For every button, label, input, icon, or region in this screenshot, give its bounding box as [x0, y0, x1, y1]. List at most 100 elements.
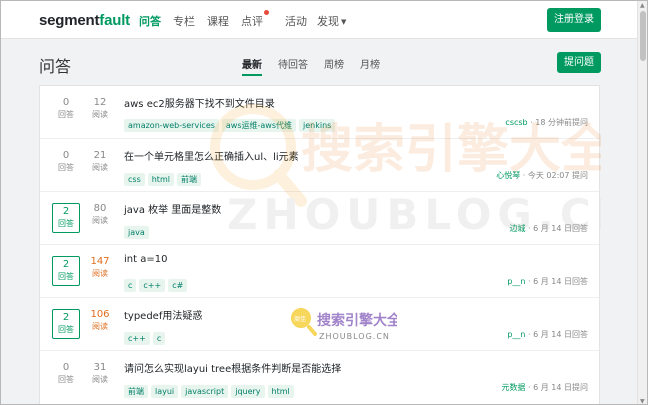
question-row: 2 回答 80 阅读 java 枚举 里面是整数 java 边城 · 6 月 14 …: [40, 192, 599, 245]
tag[interactable]: layui: [151, 385, 179, 398]
tag[interactable]: 前端: [176, 173, 201, 186]
question-row: 0 回答 21 阅读 在一个单元格里怎么正确插入ul、li元素 css html 前端 …: [40, 139, 599, 192]
view-count: 12 阅读: [86, 97, 114, 121]
view-count-value: 31: [93, 362, 107, 373]
register-login-button[interactable]: 注册登录: [547, 8, 601, 32]
nav-item-qa[interactable]: 问答: [139, 13, 161, 29]
view-count-label: 阅读: [92, 269, 108, 278]
question-meta: cscsb · 18 分钟前提问: [505, 117, 588, 128]
tag[interactable]: jquery: [231, 385, 265, 398]
answer-count-value: 0: [62, 362, 70, 373]
tab-monthly[interactable]: 月榜: [360, 56, 380, 71]
question-meta: 边城 · 6 月 14 日回答: [509, 223, 588, 234]
answer-count-label: 回答: [58, 110, 74, 119]
answer-count: 2 回答: [52, 309, 80, 339]
scroll-up-icon[interactable]: ▲: [640, 2, 645, 9]
answer-count-label: 回答: [58, 325, 74, 334]
view-count: 80 阅读: [86, 203, 114, 227]
view-count-label: 阅读: [92, 163, 108, 172]
tag[interactable]: html: [147, 173, 174, 186]
nav-item-event[interactable]: 活动: [285, 13, 307, 29]
question-title[interactable]: typedef用法疑惑: [124, 307, 202, 322]
answer-count: 2 回答: [52, 256, 80, 286]
question-title[interactable]: java 枚举 里面是整数: [124, 201, 221, 216]
logo-accent-text: fault: [99, 12, 130, 29]
question-time: · 6 月 14 日回答: [525, 277, 588, 286]
question-meta: 元数据 · 6 月 14 日提问: [501, 382, 588, 393]
question-time: · 6 月 14 日回答: [525, 330, 588, 339]
answer-count: 0 回答: [52, 97, 80, 121]
view-count: 21 阅读: [86, 150, 114, 174]
tab-unanswered[interactable]: 待回答: [278, 56, 308, 71]
nav-item-column[interactable]: 专栏: [173, 13, 195, 29]
tag[interactable]: html: [267, 385, 294, 398]
question-meta: 心悦琴 · 今天 02:07 提问: [496, 170, 588, 181]
nav-item-review[interactable]: 点评: [241, 10, 269, 29]
view-count-label: 阅读: [92, 216, 108, 225]
view-count: 31 阅读: [86, 362, 114, 386]
tag[interactable]: c++: [139, 279, 166, 292]
answer-count: 0 回答: [52, 362, 80, 386]
author-link[interactable]: 边城: [509, 224, 525, 233]
scroll-down-icon[interactable]: ▼: [640, 398, 645, 404]
tab-latest[interactable]: 最新: [242, 56, 262, 76]
tag[interactable]: javascript: [181, 385, 229, 398]
question-title[interactable]: aws ec2服务器下找不到文件目录: [124, 95, 275, 110]
tag-list: java: [124, 220, 152, 239]
scrollbar-thumb[interactable]: [640, 11, 646, 61]
tag-list: css html 前端: [124, 167, 204, 186]
tag[interactable]: aws运维-aws代维: [221, 119, 297, 132]
view-count-label: 阅读: [92, 110, 108, 119]
tag[interactable]: c: [152, 332, 166, 345]
question-list: 0 回答 12 阅读 aws ec2服务器下找不到文件目录 amazon-web-s…: [39, 85, 600, 404]
answer-count-label: 回答: [58, 163, 74, 172]
tag[interactable]: java: [124, 226, 149, 239]
tag[interactable]: jenkins: [299, 119, 336, 132]
author-link[interactable]: 心悦琴: [496, 171, 520, 180]
tag[interactable]: c++: [124, 332, 150, 345]
author-link[interactable]: cscsb: [505, 118, 527, 127]
tag[interactable]: amazon-web-services: [124, 119, 219, 132]
question-title[interactable]: int a=10: [124, 254, 167, 265]
question-row: 2 回答 106 阅读 typedef用法疑惑 c++ c p__n · 6 月 14…: [40, 298, 599, 351]
author-link[interactable]: p__n: [507, 330, 525, 339]
tag[interactable]: c#: [168, 279, 188, 292]
ask-question-button[interactable]: 提问题: [557, 52, 601, 73]
question-title[interactable]: 请问怎么实现layui tree根据条件判断是否能选择: [124, 360, 341, 375]
question-row: 0 回答 12 阅读 aws ec2服务器下找不到文件目录 amazon-web-s…: [40, 86, 599, 139]
chevron-down-icon: ▼: [341, 18, 347, 26]
new-dot-badge: [264, 10, 269, 15]
site-logo[interactable]: segmentfault: [39, 12, 130, 29]
tag[interactable]: 前端: [124, 385, 148, 398]
question-time: · 18 分钟前提问: [527, 118, 588, 127]
answer-count-label: 回答: [58, 219, 74, 228]
page-scrollbar[interactable]: ▲ ▼: [637, 1, 647, 404]
nav-item-course[interactable]: 课程: [207, 13, 229, 29]
answer-count-value: 2: [62, 259, 70, 270]
tag-list: 前端 layui javascript jquery html: [124, 379, 297, 398]
question-meta: p__n · 6 月 14 日回答: [507, 329, 588, 340]
answer-count-label: 回答: [58, 272, 74, 281]
top-navbar: segmentfault 问答 专栏 课程 点评 活动 发现 ▼ 注册登录: [1, 1, 639, 39]
question-time: · 6 月 14 日回答: [525, 224, 588, 233]
nav-item-discover[interactable]: 发现 ▼: [317, 13, 346, 29]
tag[interactable]: css: [124, 173, 145, 186]
nav-item-discover-label: 发现: [317, 15, 339, 28]
question-time: · 今天 02:07 提问: [520, 171, 588, 180]
question-row: 2 回答 147 阅读 int a=10 c c++ c# p__n · 6 月 14 …: [40, 245, 599, 298]
nav-item-review-label: 点评: [241, 15, 263, 28]
view-count: 147 阅读: [86, 256, 114, 280]
tag-list: c c++ c#: [124, 273, 190, 292]
tag[interactable]: c: [124, 279, 137, 292]
author-link[interactable]: p__n: [507, 277, 525, 286]
question-title[interactable]: 在一个单元格里怎么正确插入ul、li元素: [124, 148, 299, 163]
answer-count: 2 回答: [52, 203, 80, 233]
view-count-value: 21: [93, 150, 107, 161]
view-count-value: 12: [93, 97, 107, 108]
page-title: 问答: [39, 57, 72, 76]
view-count-value: 147: [90, 256, 110, 267]
author-link[interactable]: 元数据: [501, 383, 525, 392]
view-count-label: 阅读: [92, 375, 108, 384]
view-count: 106 阅读: [86, 309, 114, 333]
tab-weekly[interactable]: 周榜: [324, 56, 344, 71]
